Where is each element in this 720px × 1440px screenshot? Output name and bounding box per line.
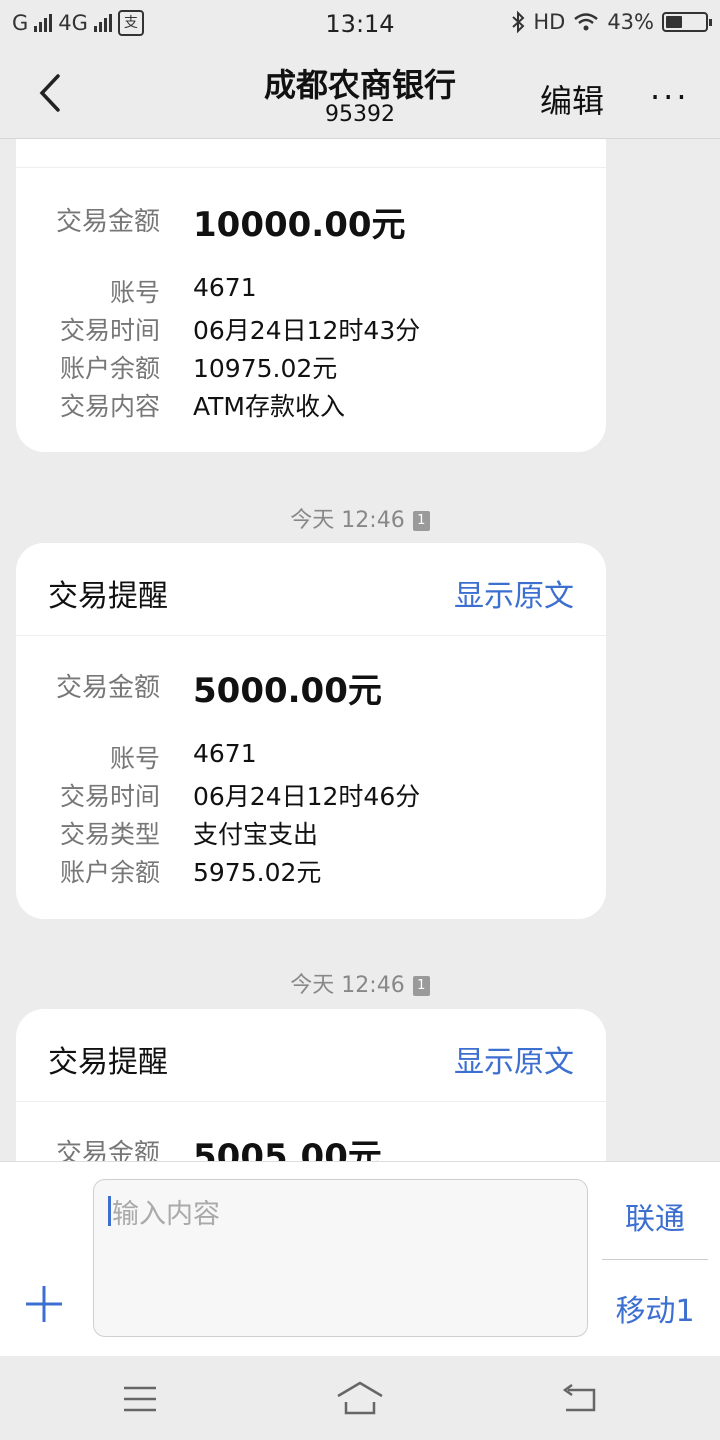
amount-value: 5005.00元 <box>193 1137 382 1161</box>
detail-label: 交易时间 <box>59 316 160 345</box>
detail-value: ATM存款收入 <box>193 392 346 421</box>
contact-number: 95392 <box>325 102 395 127</box>
wifi-icon <box>574 13 599 31</box>
bluetooth-icon <box>512 10 525 34</box>
detail-value: 5975.02元 <box>193 858 322 887</box>
sim-card-icon: 1 <box>412 511 430 531</box>
transaction-card[interactable]: 交易提醒 显示原文 交易金额 5005.00元 <box>16 1009 606 1161</box>
detail-label: 账号 <box>109 278 160 307</box>
message-input[interactable]: 输入内容 <box>93 1179 588 1337</box>
hd-label: HD <box>533 10 566 34</box>
send-via-mobile-button[interactable]: 移动1 <box>602 1286 708 1330</box>
timestamp-text: 今天 12:46 <box>290 508 405 533</box>
card-title: 交易提醒 <box>48 1045 168 1080</box>
detail-value: 10975.02元 <box>193 354 338 383</box>
detail-label: 交易时间 <box>59 782 160 811</box>
detail-value: 4671 <box>193 739 257 768</box>
return-icon[interactable] <box>560 1384 598 1414</box>
more-options-button[interactable]: ··· <box>650 78 690 116</box>
show-original-link[interactable]: 显示原文 <box>454 571 574 615</box>
send-via-unicom-button[interactable]: 联通 <box>602 1194 708 1238</box>
status-bar: G 4G 支 13:14 HD 43% <box>0 0 720 50</box>
detail-value: 支付宝支出 <box>193 820 319 849</box>
card-title: 交易提醒 <box>48 579 168 614</box>
detail-label: 交易类型 <box>59 820 160 849</box>
amount-label: 交易金额 <box>55 207 160 237</box>
plus-icon[interactable] <box>22 1282 66 1326</box>
input-placeholder: 输入内容 <box>112 1199 220 1230</box>
divider <box>602 1259 708 1260</box>
detail-value: 4671 <box>193 273 257 302</box>
menu-icon[interactable] <box>122 1384 158 1414</box>
sim-card-icon: 1 <box>412 976 430 996</box>
message-list[interactable]: 交易金额 10000.00元 账号 4671 交易时间 06月24日12时43分… <box>0 139 720 1161</box>
timestamp-text: 今天 12:46 <box>290 973 405 998</box>
show-original-link[interactable]: 显示原文 <box>454 1037 574 1081</box>
conversation-header: 成都农商银行 95392 编辑 ··· <box>0 50 720 139</box>
amount-label: 交易金额 <box>55 673 160 703</box>
message-timestamp: 今天 12:46 1 <box>0 967 720 999</box>
detail-label: 账户余额 <box>59 354 160 383</box>
message-composer: 输入内容 联通 移动1 <box>0 1161 720 1357</box>
amount-value: 5000.00元 <box>193 671 382 711</box>
edit-button[interactable]: 编辑 <box>540 76 604 122</box>
amount-value: 10000.00元 <box>193 205 406 245</box>
home-icon[interactable] <box>336 1380 384 1416</box>
transaction-card[interactable]: 交易提醒 显示原文 交易金额 5000.00元 账号 4671 交易时间 06月… <box>16 543 606 919</box>
detail-value: 06月24日12时43分 <box>193 316 421 345</box>
message-timestamp: 今天 12:46 1 <box>0 502 720 534</box>
system-nav-bar <box>0 1356 720 1440</box>
detail-label: 交易内容 <box>59 392 160 421</box>
detail-label: 账户余额 <box>59 858 160 887</box>
detail-label: 账号 <box>109 744 160 773</box>
contact-name: 成都农商银行 <box>263 66 456 104</box>
detail-value: 06月24日12时46分 <box>193 782 421 811</box>
amount-label: 交易金额 <box>55 1139 160 1161</box>
transaction-card[interactable]: 交易金额 10000.00元 账号 4671 交易时间 06月24日12时43分… <box>16 139 606 452</box>
battery-icon <box>662 12 712 32</box>
text-caret <box>108 1196 111 1226</box>
battery-percent: 43% <box>607 10 654 34</box>
